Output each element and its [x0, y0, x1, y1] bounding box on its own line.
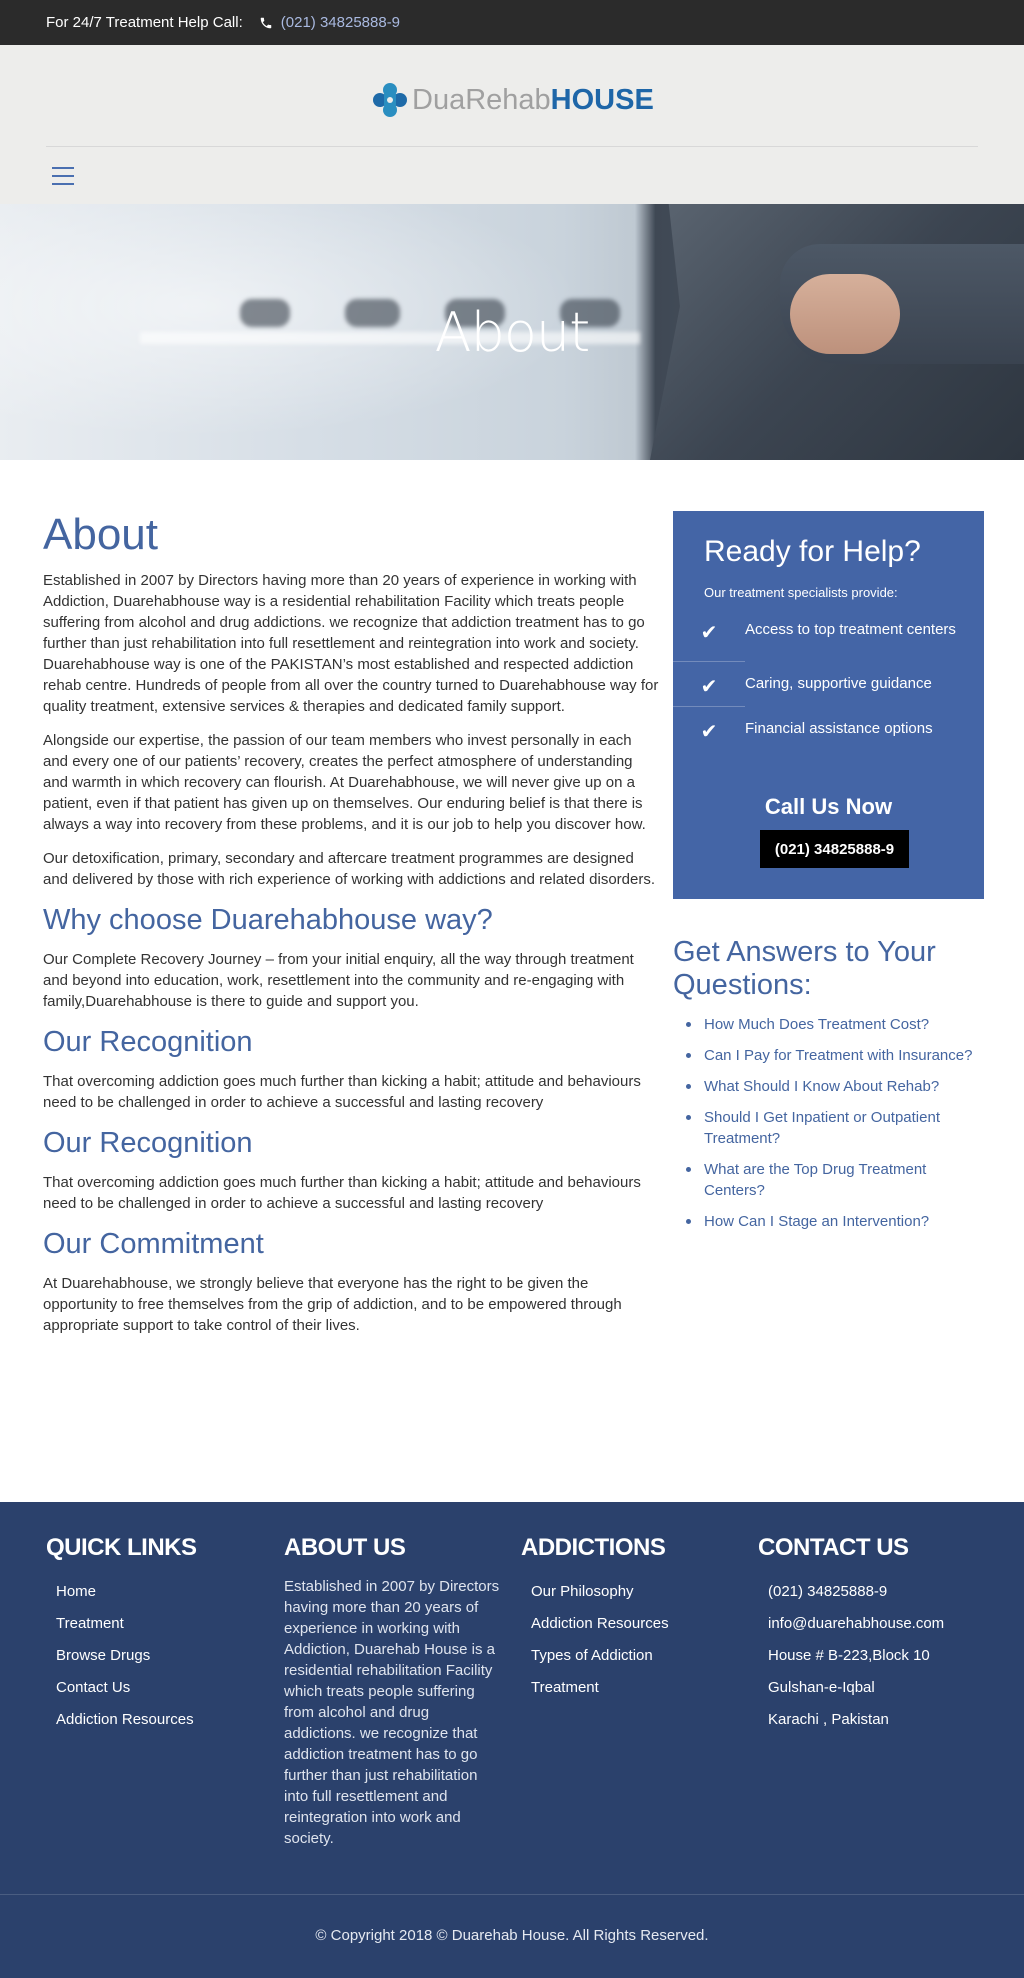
- footer-contact-address-line-2: Gulshan-e-Iqbal: [768, 1679, 875, 1696]
- footer-contact: CONTACT US (021) 34825888-9 info@duareha…: [758, 1534, 978, 1736]
- footer-link-addiction-resources[interactable]: Addiction Resources: [46, 1704, 266, 1736]
- help-item-text: Caring, supportive guidance: [745, 675, 932, 692]
- header-divider: [46, 146, 978, 147]
- commitment-heading: Our Commitment: [43, 1228, 264, 1260]
- footer-link-addiction-resources-2[interactable]: Addiction Resources: [521, 1608, 741, 1640]
- help-item: ✔ Caring, supportive guidance: [673, 662, 984, 707]
- footer-heading-addictions: ADDICTIONS: [521, 1534, 666, 1561]
- faq-section: Get Answers to Your Questions: How Much …: [673, 936, 984, 1242]
- recognition-heading: Our Recognition: [43, 1026, 253, 1058]
- page-title: About: [43, 510, 158, 559]
- faq-link[interactable]: What Should I Know About Rehab?: [684, 1076, 984, 1097]
- footer-quick-links: QUICK LINKS Home Treatment Browse Drugs …: [46, 1534, 266, 1736]
- footer-about: ABOUT US Established in 2007 by Director…: [284, 1534, 504, 1849]
- main-content: About Established in 2007 by Directors h…: [43, 510, 660, 1349]
- cross-logo-icon: [373, 83, 407, 117]
- hero-banner: About: [0, 204, 1024, 460]
- check-icon: ✔: [700, 721, 718, 743]
- footer-heading-contact: CONTACT US: [758, 1534, 909, 1561]
- site-header: DuaRehab HOUSE: [0, 45, 1024, 204]
- phone-icon: [260, 17, 272, 28]
- faq-list: How Much Does Treatment Cost? Can I Pay …: [673, 1014, 984, 1232]
- call-us-title: Call Us Now: [764, 794, 893, 819]
- copyright-text: © Copyright 2018 © Duarehab House. All R…: [315, 1927, 709, 1944]
- recognition-heading-2: Our Recognition: [43, 1127, 253, 1159]
- call-phone-button[interactable]: (021) 34825888-9: [760, 830, 909, 868]
- footer-contact-email[interactable]: info@duarehabhouse.com: [758, 1608, 978, 1640]
- hamburger-menu-icon[interactable]: [52, 167, 74, 185]
- footer-contact-address-line-3: Karachi , Pakistan: [768, 1711, 889, 1728]
- commitment-text: At Duarehabhouse, we strongly believe th…: [43, 1275, 622, 1334]
- check-icon: ✔: [700, 622, 718, 644]
- footer-link-types-of-addiction[interactable]: Types of Addiction: [521, 1640, 741, 1672]
- helpline-label: For 24/7 Treatment Help Call:: [46, 14, 243, 31]
- sidebar: Ready for Help? Our treatment specialist…: [673, 511, 984, 1230]
- hero-title: About: [434, 301, 591, 364]
- topbar-phone-number: (021) 34825888-9: [280, 14, 401, 31]
- about-paragraph-3: Our detoxification, primary, secondary a…: [43, 850, 656, 888]
- footer-link-contact-us[interactable]: Contact Us: [46, 1672, 266, 1704]
- help-title: Ready for Help?: [704, 535, 921, 568]
- footer-divider: [0, 1894, 1024, 1895]
- site-footer: QUICK LINKS Home Treatment Browse Drugs …: [0, 1502, 1024, 1978]
- logo-text-house: HOUSE: [550, 83, 654, 116]
- footer-link-home[interactable]: Home: [46, 1576, 266, 1608]
- recognition-text: That overcoming addiction goes much furt…: [43, 1073, 641, 1111]
- about-paragraph-2: Alongside our expertise, the passion of …: [43, 732, 646, 833]
- site-logo[interactable]: DuaRehab HOUSE: [372, 75, 654, 125]
- help-item-text: Financial assistance options: [745, 720, 933, 737]
- faq-link[interactable]: Should I Get Inpatient or Outpatient Tre…: [684, 1107, 984, 1149]
- why-choose-text: Our Complete Recovery Journey – from you…: [43, 951, 634, 1010]
- footer-contact-address-line-1: House # B-223,Block 10: [768, 1647, 930, 1664]
- why-choose-heading: Why choose Duarehabhouse way?: [43, 904, 493, 936]
- faq-link[interactable]: What are the Top Drug Treatment Centers?: [684, 1159, 984, 1201]
- footer-link-browse-drugs[interactable]: Browse Drugs: [46, 1640, 266, 1672]
- help-list: ✔ Access to top treatment centers ✔ Cari…: [673, 614, 984, 752]
- footer-heading-quick-links: QUICK LINKS: [46, 1534, 197, 1561]
- help-item: ✔ Access to top treatment centers: [673, 614, 984, 662]
- top-bar: For 24/7 Treatment Help Call: (021) 3482…: [0, 0, 1024, 45]
- check-icon: ✔: [700, 676, 718, 698]
- help-item-text: Access to top treatment centers: [745, 621, 956, 638]
- help-item: ✔ Financial assistance options: [673, 707, 984, 752]
- footer-link-our-philosophy[interactable]: Our Philosophy: [521, 1576, 741, 1608]
- logo-text-dua-rehab: DuaRehab: [412, 83, 551, 116]
- faq-link[interactable]: How Much Does Treatment Cost?: [684, 1014, 984, 1035]
- footer-addictions: ADDICTIONS Our Philosophy Addiction Reso…: [521, 1534, 741, 1704]
- footer-contact-phone[interactable]: (021) 34825888-9: [758, 1576, 978, 1608]
- faq-title: Get Answers to Your Questions:: [673, 936, 936, 1001]
- footer-link-treatment-2[interactable]: Treatment: [521, 1672, 741, 1704]
- faq-link[interactable]: How Can I Stage an Intervention?: [684, 1211, 984, 1232]
- help-subtitle: Our treatment specialists provide:: [704, 585, 898, 600]
- faq-link[interactable]: Can I Pay for Treatment with Insurance?: [684, 1045, 984, 1066]
- footer-about-text: Established in 2007 by Directors having …: [284, 1578, 500, 1847]
- help-box: Ready for Help? Our treatment specialist…: [673, 511, 984, 899]
- footer-heading-about: ABOUT US: [284, 1534, 406, 1561]
- topbar-phone-link[interactable]: (021) 34825888-9: [259, 14, 400, 31]
- about-paragraph-1: Established in 2007 by Directors having …: [43, 572, 659, 715]
- footer-link-treatment[interactable]: Treatment: [46, 1608, 266, 1640]
- recognition-text-2: That overcoming addiction goes much furt…: [43, 1174, 641, 1212]
